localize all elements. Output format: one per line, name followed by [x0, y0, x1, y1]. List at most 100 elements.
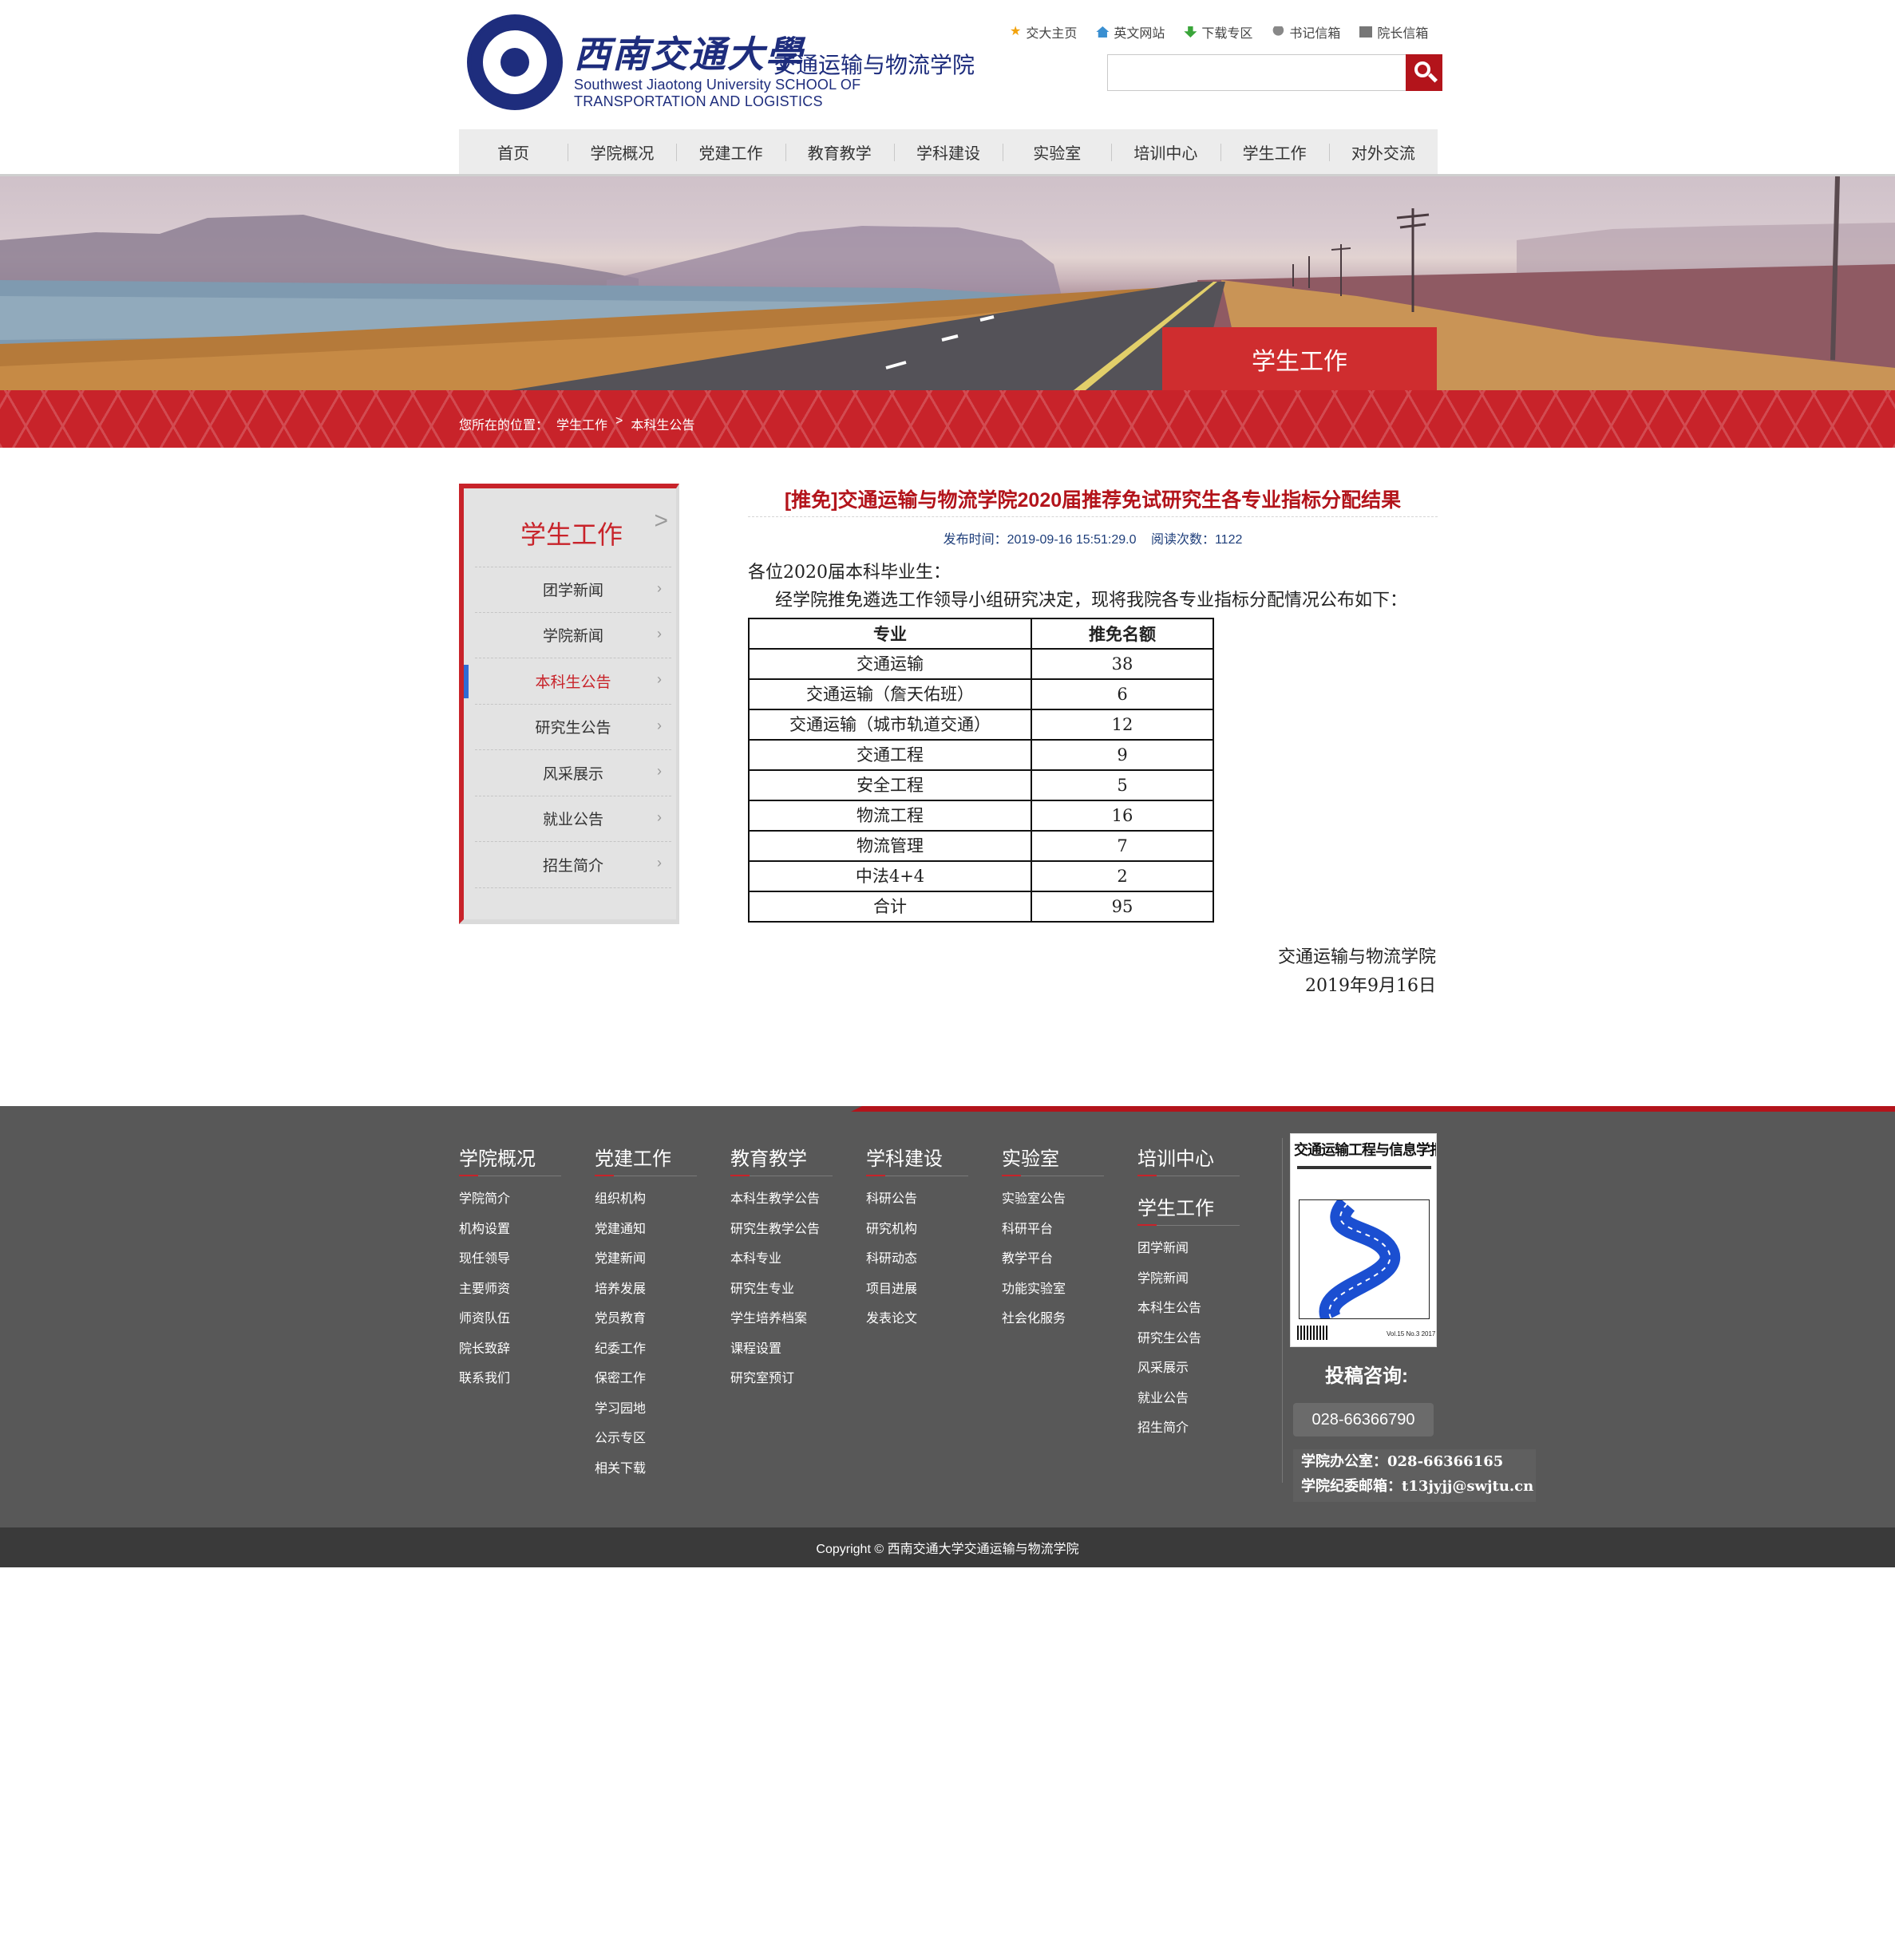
footer-link[interactable]: 联系我们	[459, 1364, 561, 1394]
footer-link[interactable]: 社会化服务	[1002, 1304, 1104, 1334]
footer-link[interactable]: 相关下载	[595, 1454, 697, 1484]
footer-link[interactable]: 学院新闻	[1137, 1264, 1240, 1294]
search-input[interactable]	[1107, 54, 1406, 91]
footer-column-title[interactable]: 学院概况	[459, 1143, 561, 1176]
sidebar-item-school-news[interactable]: 学院新闻 ›	[475, 613, 671, 658]
logo-english-name: Southwest Jiaotong University SCHOOL OF …	[574, 77, 861, 109]
breadcrumb: 您所在的位置： 学生工作 > 本科生公告	[459, 414, 694, 433]
footer-link[interactable]: 公示专区	[595, 1424, 697, 1454]
sidebar-item-showcase[interactable]: 风采展示 ›	[475, 750, 671, 796]
footer-link[interactable]: 教学平台	[1002, 1244, 1104, 1274]
search-button[interactable]	[1406, 54, 1442, 91]
footer-link[interactable]: 党建通知	[595, 1215, 697, 1245]
university-logo[interactable]: 西南交通大學 交通运输与物流学院 Southwest Jiaotong Univ…	[467, 14, 994, 114]
footer-link[interactable]: 纪委工作	[595, 1334, 697, 1365]
footer-link[interactable]: 培养发展	[595, 1274, 697, 1305]
table-row: 交通运输 38	[748, 648, 1214, 680]
footer-link[interactable]: 师资队伍	[459, 1304, 561, 1334]
nav-student-affairs[interactable]: 学生工作	[1220, 129, 1329, 174]
footer-column-laboratory: 实验室 实验室公告 科研平台 教学平台 功能实验室 社会化服务	[1002, 1143, 1104, 1334]
toplink-english-site[interactable]: 英文网站	[1096, 22, 1165, 41]
footer-link[interactable]: 研究生教学公告	[730, 1215, 833, 1245]
footer-link[interactable]: 党员教育	[595, 1304, 697, 1334]
footer-column-title-students[interactable]: 学生工作	[1137, 1192, 1240, 1226]
footer-link[interactable]: 实验室公告	[1002, 1184, 1104, 1215]
footer-link[interactable]: 现任领导	[459, 1244, 561, 1274]
footer-column-about: 学院概况 学院简介 机构设置 现任领导 主要师资 师资队伍 院长致辞 联系我们	[459, 1143, 561, 1394]
nav-training[interactable]: 培训中心	[1111, 129, 1220, 174]
footer-link[interactable]: 本科生教学公告	[730, 1184, 833, 1215]
nav-education[interactable]: 教育教学	[785, 129, 894, 174]
footer-link[interactable]: 本科生公告	[1137, 1294, 1240, 1324]
table-header-row: 专业 推免名额	[748, 618, 1214, 650]
footer-link[interactable]: 保密工作	[595, 1364, 697, 1394]
toplink-downloads[interactable]: 下载专区	[1184, 22, 1252, 41]
footer-link[interactable]: 研究生公告	[1137, 1324, 1240, 1354]
footer-column-title[interactable]: 学科建设	[866, 1143, 968, 1176]
footer-link[interactable]: 发表论文	[866, 1304, 968, 1334]
toplink-university-home[interactable]: ★ 交大主页	[1010, 22, 1077, 41]
nav-party[interactable]: 党建工作	[676, 129, 785, 174]
footer-column-title[interactable]: 党建工作	[595, 1143, 697, 1176]
journal-cover[interactable]: 交通运输工程与信息学报 Vol.15 No.3 2017	[1290, 1133, 1437, 1347]
footer-column-education: 教育教学 本科生教学公告 研究生教学公告 本科专业 研究生专业 学生培养档案 课…	[730, 1143, 833, 1394]
footer-link[interactable]: 党建新闻	[595, 1244, 697, 1274]
article-body: 各位2020届本科毕业生： 经学院推免遴选工作领导小组研究决定，现将我院各专业指…	[748, 559, 1438, 1001]
nav-discipline[interactable]: 学科建设	[893, 129, 1003, 174]
table-row: 合计 95	[748, 891, 1214, 923]
breadcrumb-bar: 您所在的位置： 学生工作 > 本科生公告	[0, 390, 1895, 448]
toplink-secretary-mailbox[interactable]: 书记信箱	[1272, 22, 1340, 41]
footer-column-title[interactable]: 教育教学	[730, 1143, 833, 1176]
footer-link[interactable]: 研究室预订	[730, 1364, 833, 1394]
footer-link[interactable]: 团学新闻	[1137, 1234, 1240, 1264]
logo-school-name: 交通运输与物流学院	[773, 52, 975, 78]
footer-column-title-training[interactable]: 培训中心	[1137, 1143, 1240, 1176]
sidebar: 学生工作 > 团学新闻 › 学院新闻 › 本科生公告 › 研究生公告 › 风采展示 › 就…	[459, 484, 679, 924]
breadcrumb-section[interactable]: 学生工作	[556, 414, 607, 433]
sidebar-item-grad-notices[interactable]: 研究生公告 ›	[475, 705, 671, 750]
site-header: 西南交通大學 交通运输与物流学院 Southwest Jiaotong Univ…	[459, 0, 1442, 129]
footer-link[interactable]: 学生培养档案	[730, 1304, 833, 1334]
footer-link[interactable]: 招生简介	[1137, 1413, 1240, 1444]
footer-link[interactable]: 就业公告	[1137, 1384, 1240, 1414]
nav-laboratory[interactable]: 实验室	[1003, 129, 1111, 174]
article-signature: 交通运输与物流学院 2019年9月16日	[748, 943, 1438, 1001]
office-contact: 学院办公室：028-66366165 学院纪委邮箱：t13jyjj@swjtu.…	[1293, 1449, 1536, 1502]
journal-issue: Vol.15 No.3 2017	[1387, 1330, 1436, 1338]
footer-link[interactable]: 风采展示	[1137, 1353, 1240, 1384]
toplink-dean-mailbox[interactable]: 院长信箱	[1359, 22, 1428, 41]
main-nav: 首页 学院概况 党建工作 教育教学 学科建设 实验室 培训中心 学生工作 对外交…	[459, 129, 1438, 174]
footer-link[interactable]: 科研动态	[866, 1244, 968, 1274]
footer-link[interactable]: 科研公告	[866, 1184, 968, 1215]
sidebar-item-undergrad-notices[interactable]: 本科生公告 ›	[464, 658, 671, 705]
footer-link[interactable]: 主要师资	[459, 1274, 561, 1305]
footer-link[interactable]: 研究机构	[866, 1215, 968, 1245]
search-bar	[1107, 54, 1442, 91]
nav-about[interactable]: 学院概况	[568, 129, 676, 174]
footer-column-title[interactable]: 实验室	[1002, 1143, 1104, 1176]
footer-link[interactable]: 功能实验室	[1002, 1274, 1104, 1305]
footer-link[interactable]: 课程设置	[730, 1334, 833, 1365]
footer-link[interactable]: 项目进展	[866, 1274, 968, 1305]
footer-link[interactable]: 组织机构	[595, 1184, 697, 1215]
footer-link[interactable]: 本科专业	[730, 1244, 833, 1274]
footer-link[interactable]: 学院简介	[459, 1184, 561, 1215]
nav-home[interactable]: 首页	[459, 129, 568, 174]
sidebar-item-employment[interactable]: 就业公告 ›	[475, 796, 671, 842]
nav-exchange[interactable]: 对外交流	[1328, 129, 1438, 174]
office-email[interactable]: 学院纪委邮箱：t13jyjj@swjtu.cn	[1293, 1474, 1536, 1499]
footer-link[interactable]: 院长致辞	[459, 1334, 561, 1365]
breadcrumb-current[interactable]: 本科生公告	[631, 414, 694, 433]
sidebar-item-admissions[interactable]: 招生简介 ›	[475, 842, 671, 888]
sidebar-item-youth-news[interactable]: 团学新闻 ›	[475, 567, 671, 613]
article-greeting: 各位2020届本科毕业生：	[748, 563, 951, 583]
footer-link[interactable]: 机构设置	[459, 1215, 561, 1245]
article: [推免]交通运输与物流学院2020届推荐免试研究生各专业指标分配结果 发布时间：…	[748, 484, 1438, 1001]
footer-link[interactable]: 科研平台	[1002, 1215, 1104, 1245]
footer-link[interactable]: 学习园地	[595, 1394, 697, 1425]
mail-icon	[1359, 26, 1373, 38]
barcode-icon	[1297, 1326, 1329, 1340]
column-header-major: 专业	[748, 618, 1032, 650]
footer-link[interactable]: 研究生专业	[730, 1274, 833, 1305]
breadcrumb-separator: >	[615, 414, 623, 428]
